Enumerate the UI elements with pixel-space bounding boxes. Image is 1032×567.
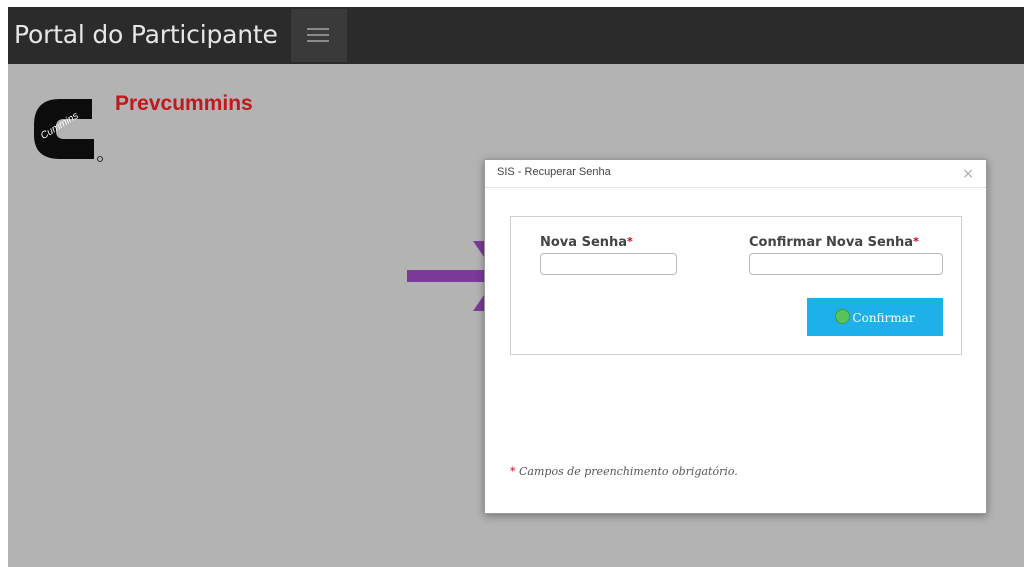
- confirm-button[interactable]: Confirmar: [807, 298, 943, 336]
- new-password-input[interactable]: [540, 253, 677, 275]
- required-fields-note-text: Campos de preenchimento obrigatório.: [519, 465, 738, 478]
- confirm-password-label: Confirmar Nova Senha*: [749, 235, 919, 250]
- required-marker: *: [913, 235, 919, 248]
- hamburger-menu-icon-line: [307, 40, 329, 42]
- password-form: Nova Senha* Confirmar Nova Senha* Confir…: [510, 216, 962, 355]
- confirm-button-label: Confirmar: [852, 311, 915, 325]
- dialog-header: SIS - Recuperar Senha ×: [485, 160, 986, 188]
- hamburger-menu-icon: [307, 28, 329, 30]
- confirm-check-icon: [835, 309, 851, 324]
- dialog-title: SIS - Recuperar Senha: [497, 166, 611, 178]
- app-title: Portal do Participante: [14, 20, 278, 49]
- confirm-password-label-text: Confirmar Nova Senha: [749, 235, 914, 250]
- required-marker: *: [510, 465, 516, 478]
- required-marker: *: [627, 235, 633, 248]
- menu-toggle-button[interactable]: [291, 9, 347, 62]
- close-icon[interactable]: ×: [962, 167, 974, 181]
- confirm-password-input[interactable]: [749, 253, 943, 275]
- new-password-label-text: Nova Senha: [540, 235, 628, 250]
- required-fields-note: * Campos de preenchimento obrigatório.: [510, 465, 738, 478]
- cummins-logo: Cummins: [34, 99, 103, 162]
- brand-name: Prevcummins: [115, 92, 253, 115]
- top-bar: Portal do Participante: [8, 7, 1024, 64]
- recover-password-dialog: SIS - Recuperar Senha × Nova Senha* Conf…: [484, 159, 987, 514]
- new-password-label: Nova Senha*: [540, 235, 633, 250]
- hamburger-menu-icon-line: [307, 34, 329, 36]
- page-frame: Portal do Participante Cummins Prevcummi…: [8, 7, 1024, 567]
